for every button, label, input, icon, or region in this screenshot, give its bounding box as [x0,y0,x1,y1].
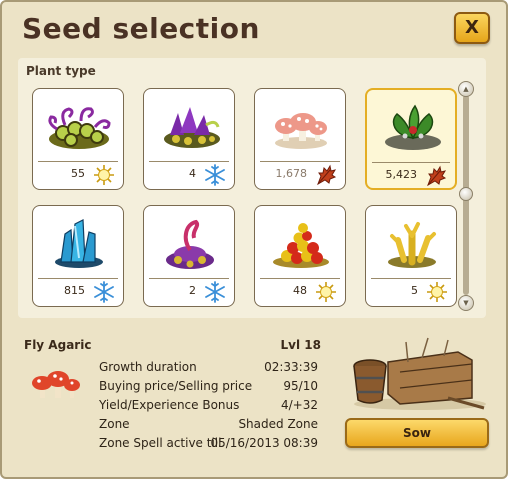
seed-count: 4 [189,167,196,180]
sow-button[interactable]: Sow [345,418,489,448]
seed-count: 5 [411,284,418,297]
zone-spell-value: 05/16/2013 08:39 [210,436,318,450]
sun-icon [93,164,115,186]
seed-count: 55 [71,167,85,180]
green-leaves-icon [385,104,441,150]
red-yellow-berries-icon [273,223,329,268]
window-title: Seed selection [22,12,260,45]
zone-value: Shaded Zone [238,417,318,431]
seed-card[interactable]: 2 [143,205,235,307]
seed-card[interactable]: 48 [254,205,346,307]
seed-count: 1,678 [275,167,308,180]
snowflake-icon [204,281,226,303]
seed-selection-window: Seed selection X Plant type 55 4 1,678 5… [0,0,508,479]
seed-count: 815 [64,284,85,297]
seed-count: 2 [189,284,196,297]
purple-pod-plant-icon [166,219,214,269]
yield-bonus-label: Yield/Experience Bonus [99,398,240,412]
yellow-coral-plant-icon [388,222,436,268]
seed-card[interactable]: 5 [365,205,457,307]
scroll-up-icon[interactable]: ▲ [458,81,474,97]
fly-agaric-icon [275,113,327,149]
growth-duration-label: Growth duration [99,360,197,374]
seed-card[interactable]: 1,678 [254,88,346,190]
zone-spell-label: Zone Spell active till [99,436,222,450]
seed-list-scrollbar[interactable]: ▲ ▼ [458,81,474,311]
autumn-leaf-icon [425,165,447,187]
close-button[interactable]: X [454,12,490,44]
snowflake-icon [93,281,115,303]
scroll-thumb[interactable] [459,187,473,201]
sun-icon [315,281,337,303]
purple-spiral-plant-icon [48,107,111,149]
snowflake-icon [204,164,226,186]
selected-seed-name: Fly Agaric [24,338,92,352]
seed-card[interactable]: 55 [32,88,124,190]
seed-count: 5,423 [385,168,418,181]
price-value: 95/10 [283,379,318,393]
plant-type-label: Plant type [26,64,96,78]
seed-card[interactable]: 4 [143,88,235,190]
zone-label: Zone [99,417,130,431]
scroll-down-icon[interactable]: ▼ [458,295,474,311]
fly-agaric-icon [32,371,80,398]
price-label: Buying price/Selling price [99,379,253,393]
seed-crate-icon [353,337,486,410]
seed-card-selected[interactable]: 5,423 [365,88,457,190]
yield-bonus-value: 4/+32 [280,398,318,412]
purple-flower-cluster-icon [164,107,220,148]
selected-seed-level: Lvl 18 [280,338,321,352]
growth-duration-value: 02:33:39 [264,360,318,374]
autumn-leaf-icon [315,164,337,186]
seed-card[interactable]: 815 [32,205,124,307]
blue-crystal-icon [55,219,103,268]
sun-icon [426,281,448,303]
seed-count: 48 [293,284,307,297]
